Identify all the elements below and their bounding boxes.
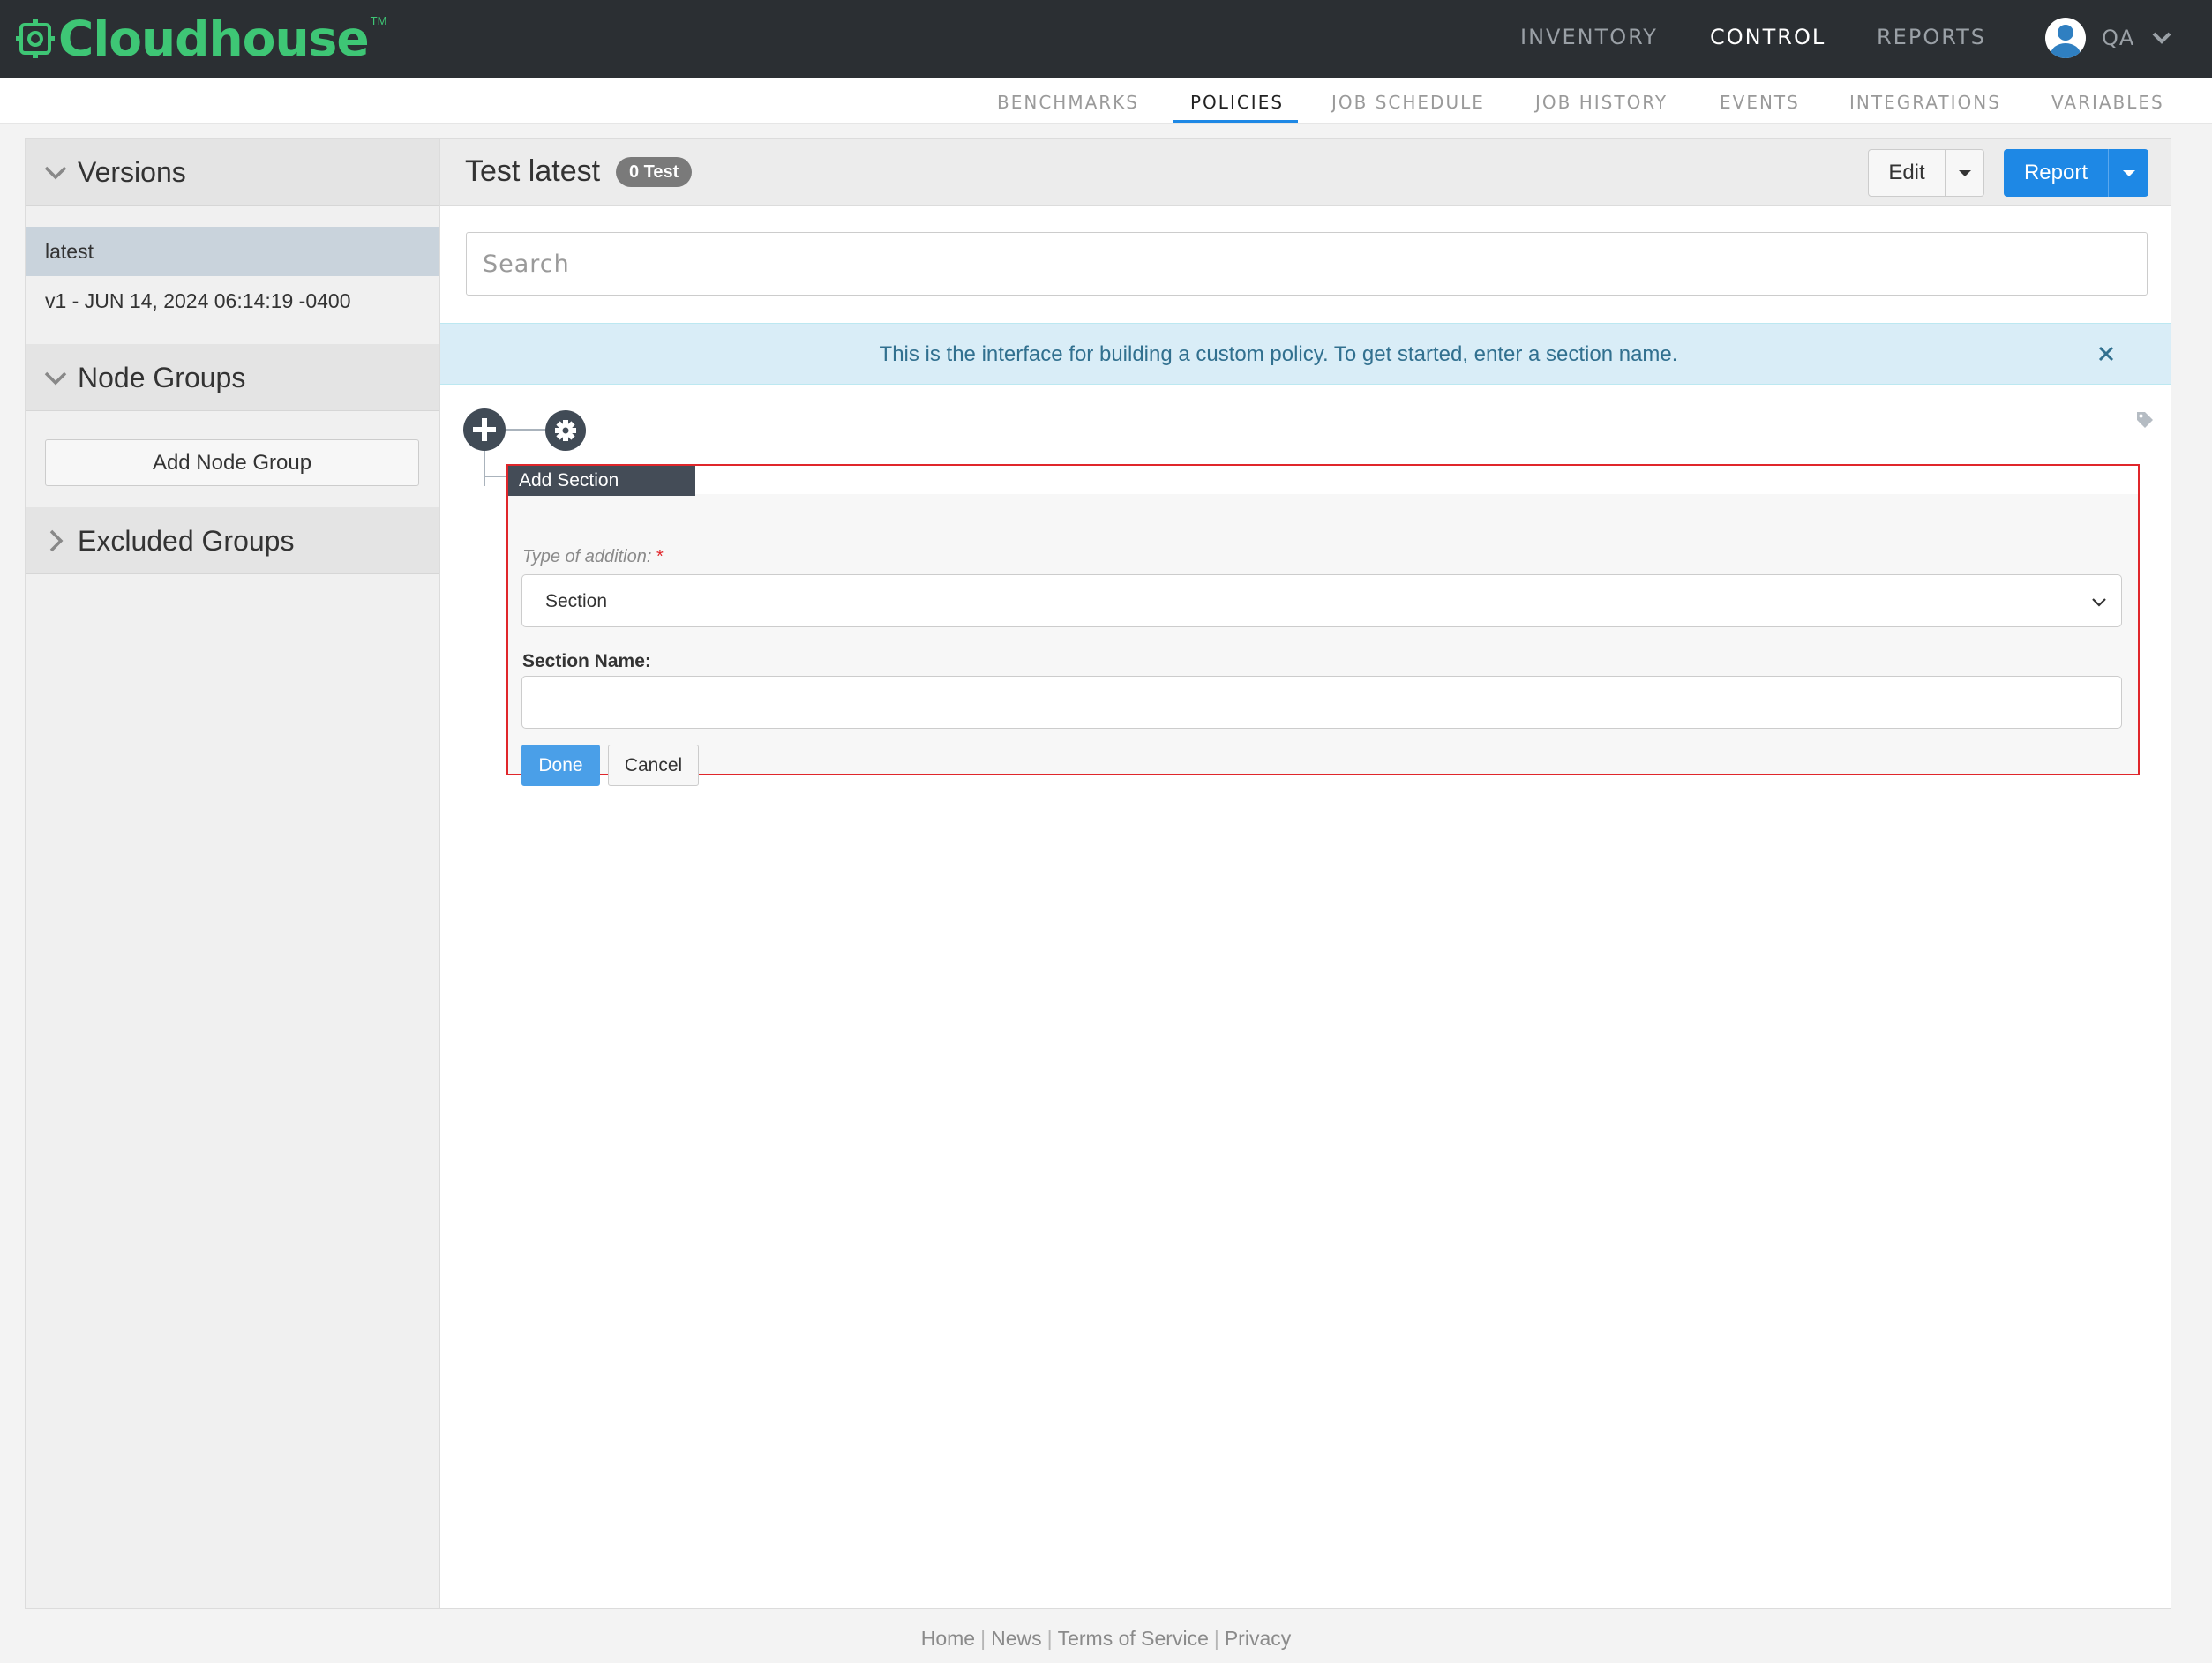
node-groups-title: Node Groups bbox=[78, 362, 246, 393]
footer-separator: | bbox=[1213, 1627, 1219, 1650]
required-marker: * bbox=[656, 547, 664, 566]
versions-header[interactable]: Versions bbox=[26, 139, 439, 206]
report-dropdown-toggle[interactable] bbox=[2108, 149, 2148, 197]
excluded-groups-header[interactable]: Excluded Groups bbox=[26, 507, 439, 574]
version-label: v1 - JUN 14, 2024 06:14:19 -0400 bbox=[45, 289, 351, 312]
tab-job-schedule[interactable]: JOB SCHEDULE bbox=[1331, 92, 1485, 113]
policy-editor-panel: Test latest 0 Test Edit Report This is t… bbox=[439, 138, 2171, 1609]
search-input[interactable] bbox=[466, 232, 2148, 296]
tab-benchmarks[interactable]: BENCHMARKS bbox=[997, 92, 1139, 113]
close-icon[interactable] bbox=[2094, 341, 2118, 366]
excluded-groups-title: Excluded Groups bbox=[78, 525, 295, 557]
section-name-input[interactable] bbox=[521, 676, 2122, 729]
chevron-down-icon bbox=[44, 371, 67, 386]
tree-connector bbox=[484, 476, 507, 477]
info-alert: This is the interface for building a cus… bbox=[440, 323, 2171, 385]
caret-down-icon bbox=[1958, 170, 1971, 176]
chevron-down-icon bbox=[2152, 32, 2171, 44]
tab-policies[interactable]: POLICIES bbox=[1190, 92, 1284, 113]
user-avatar-icon bbox=[2045, 18, 2086, 58]
tab-integrations[interactable]: INTEGRATIONS bbox=[1849, 92, 2001, 113]
form-title: Add Section bbox=[508, 466, 695, 496]
edit-button-group: Edit bbox=[1868, 149, 1984, 197]
alert-message: This is the interface for building a cus… bbox=[879, 342, 1678, 366]
nav-item-control[interactable]: CONTROL bbox=[1710, 25, 1826, 49]
policy-header: Test latest 0 Test Edit Report bbox=[440, 139, 2171, 206]
add-node-button[interactable] bbox=[463, 408, 506, 451]
tab-variables[interactable]: VARIABLES bbox=[2051, 92, 2164, 113]
brand-name: Cloudhouse bbox=[58, 10, 370, 67]
plus-circle-icon bbox=[473, 418, 496, 441]
report-button-group: Report bbox=[2004, 149, 2148, 197]
edit-dropdown-toggle[interactable] bbox=[1946, 149, 1984, 197]
version-item-v1[interactable]: v1 - JUN 14, 2024 06:14:19 -0400 bbox=[26, 276, 439, 326]
tab-events[interactable]: EVENTS bbox=[1720, 92, 1800, 113]
node-groups-header[interactable]: Node Groups bbox=[26, 344, 439, 411]
gear-logo-icon bbox=[16, 19, 55, 58]
section-name-label: Section Name: bbox=[522, 651, 651, 671]
selected-type: Section bbox=[545, 591, 608, 611]
chevron-down-icon bbox=[2092, 598, 2106, 607]
tab-job-history[interactable]: JOB HISTORY bbox=[1535, 92, 1668, 113]
footer-link-privacy[interactable]: Privacy bbox=[1225, 1627, 1291, 1650]
type-of-addition-select[interactable]: Section bbox=[521, 574, 2122, 627]
caret-down-icon bbox=[2122, 170, 2135, 176]
active-tab-indicator bbox=[1173, 120, 1298, 123]
chevron-down-icon bbox=[44, 166, 67, 180]
version-label: latest bbox=[45, 240, 94, 263]
footer: Home | News | Terms of Service | Privacy bbox=[0, 1627, 2212, 1651]
version-item-latest[interactable]: latest bbox=[26, 227, 439, 276]
brand-logo[interactable]: Cloudhouse TM bbox=[16, 9, 386, 69]
gear-icon bbox=[555, 420, 576, 441]
add-node-group-button[interactable]: Add Node Group bbox=[45, 439, 419, 486]
status-badge: 0 Test bbox=[616, 157, 693, 187]
edit-button[interactable]: Edit bbox=[1868, 149, 1946, 197]
add-section-form: Type of addition: * Section Section Name… bbox=[506, 464, 2140, 786]
form-body: Type of addition: * Section Section Name… bbox=[508, 494, 2138, 786]
done-button[interactable]: Done bbox=[521, 745, 600, 786]
top-navigation-bar: Cloudhouse TM INVENTORY CONTROL REPORTS … bbox=[0, 0, 2212, 78]
nav-item-reports[interactable]: REPORTS bbox=[1877, 25, 1986, 49]
left-sidebar: Versions latest v1 - JUN 14, 2024 06:14:… bbox=[25, 138, 440, 1609]
footer-link-terms[interactable]: Terms of Service bbox=[1058, 1627, 1209, 1650]
user-menu[interactable]: QA bbox=[2045, 14, 2173, 62]
trademark-mark: TM bbox=[370, 14, 387, 27]
nav-item-inventory[interactable]: INVENTORY bbox=[1520, 25, 1658, 49]
page-title: Test latest bbox=[465, 154, 601, 188]
tree-connector bbox=[484, 451, 485, 486]
tree-connector bbox=[506, 429, 545, 431]
type-of-addition-label: Type of addition: * bbox=[522, 547, 664, 566]
footer-separator: | bbox=[980, 1627, 986, 1650]
footer-link-home[interactable]: Home bbox=[921, 1627, 975, 1650]
sub-navigation: BENCHMARKS POLICIES JOB SCHEDULE JOB HIS… bbox=[0, 78, 2212, 124]
versions-title: Versions bbox=[78, 156, 186, 188]
tag-icon[interactable] bbox=[2135, 410, 2155, 430]
cancel-button[interactable]: Cancel bbox=[608, 745, 699, 786]
footer-link-news[interactable]: News bbox=[991, 1627, 1042, 1650]
footer-separator: | bbox=[1046, 1627, 1053, 1650]
user-name: QA bbox=[2102, 26, 2135, 50]
report-button[interactable]: Report bbox=[2004, 149, 2108, 197]
chevron-right-icon bbox=[49, 529, 64, 552]
settings-button[interactable] bbox=[545, 410, 586, 451]
